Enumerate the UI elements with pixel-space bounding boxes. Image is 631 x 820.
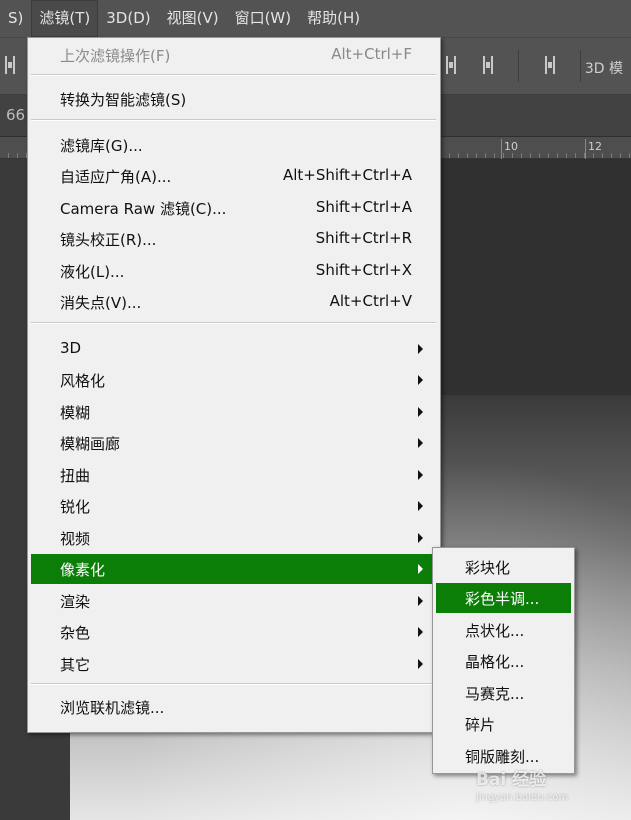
submenu-arrow-icon <box>418 596 423 606</box>
menu-item-3d[interactable]: 3D <box>31 334 437 364</box>
menu-separator <box>31 74 436 76</box>
filter-menu: 上次滤镜操作(F) Alt+Ctrl+F 转换为智能滤镜(S) 滤镜库(G)..… <box>27 37 441 733</box>
watermark-url: jingyan.baidu.com <box>476 792 569 803</box>
menu-item-liquify[interactable]: 液化(L)... Shift+Ctrl+X <box>31 256 437 286</box>
menu-item-lens-correction[interactable]: 镜头校正(R)... Shift+Ctrl+R <box>31 224 437 254</box>
submenu-item-label: 铜版雕刻... <box>465 748 540 766</box>
menu-item-shortcut: Shift+Ctrl+A <box>315 198 412 216</box>
menu-item-vanishing-point[interactable]: 消失点(V)... Alt+Ctrl+V <box>31 287 437 317</box>
menu-item-shortcut: Shift+Ctrl+R <box>315 229 412 247</box>
menu-separator <box>31 322 436 324</box>
menu-item-blur-gallery[interactable]: 模糊画廊 <box>31 428 437 458</box>
menu-item-distort[interactable]: 扭曲 <box>31 460 437 490</box>
submenu-arrow-icon <box>418 375 423 385</box>
menu-item-label: 镜头校正(R)... <box>60 231 157 249</box>
ruler-major-tick <box>501 139 502 159</box>
align-tool-icon[interactable] <box>446 56 456 74</box>
menu-item-filter-gallery[interactable]: 滤镜库(G)... <box>31 130 437 160</box>
menu-bar: S) 滤镜(T) 3D(D) 视图(V) 窗口(W) 帮助(H) <box>0 0 631 37</box>
menu-item-last-filter: 上次滤镜操作(F) Alt+Ctrl+F <box>31 40 437 70</box>
menu-item-label: 渲染 <box>60 593 91 611</box>
submenu-arrow-icon <box>418 627 423 637</box>
menubar-item-3d[interactable]: 3D(D) <box>98 0 158 37</box>
menu-item-label: 像素化 <box>60 561 106 579</box>
menubar-item-view[interactable]: 视图(V) <box>159 0 227 37</box>
toolbar-divider <box>518 50 519 82</box>
submenu-item-label: 彩块化 <box>465 559 511 577</box>
toolbar-divider <box>580 50 581 82</box>
menu-item-shortcut: Shift+Ctrl+X <box>315 261 412 279</box>
ruler-major-tick <box>585 139 586 159</box>
submenu-item-label: 点状化... <box>465 622 525 640</box>
menubar-item-help[interactable]: 帮助(H) <box>299 0 368 37</box>
submenu-item-label: 马赛克... <box>465 685 525 703</box>
menubar-item-window[interactable]: 窗口(W) <box>227 0 300 37</box>
ruler-label: 10 <box>504 140 518 153</box>
menu-separator <box>31 683 436 685</box>
menu-item-blur[interactable]: 模糊 <box>31 397 437 427</box>
menu-item-label: Camera Raw 滤镜(C)... <box>60 200 227 218</box>
menu-item-label: 锐化 <box>60 498 91 516</box>
menu-item-label: 上次滤镜操作(F) <box>60 47 171 65</box>
menu-item-convert-smart-filter[interactable]: 转换为智能滤镜(S) <box>31 84 437 114</box>
menu-item-other[interactable]: 其它 <box>31 649 437 679</box>
menu-item-browse-online-filters[interactable]: 浏览联机滤镜... <box>31 692 437 722</box>
menu-item-label: 模糊 <box>60 404 91 422</box>
menu-item-label: 扭曲 <box>60 467 91 485</box>
submenu-arrow-icon <box>418 564 423 574</box>
submenu-arrow-icon <box>418 438 423 448</box>
menu-item-label: 3D <box>60 339 82 357</box>
menu-item-label: 风格化 <box>60 372 106 390</box>
menu-item-shortcut: Alt+Shift+Ctrl+A <box>282 166 412 184</box>
menubar-item-filter[interactable]: 滤镜(T) <box>31 0 99 37</box>
menu-item-noise[interactable]: 杂色 <box>31 617 437 647</box>
menu-item-label: 其它 <box>60 656 91 674</box>
menu-item-pixelate[interactable]: 像素化 <box>31 554 437 584</box>
menu-item-label: 液化(L)... <box>60 263 125 281</box>
submenu-arrow-icon <box>418 407 423 417</box>
submenu-item-fragment[interactable]: 碎片 <box>436 709 571 739</box>
submenu-item-color-halftone[interactable]: 彩色半调... <box>436 583 571 613</box>
menu-item-label: 浏览联机滤镜... <box>60 699 165 717</box>
menu-item-sharpen[interactable]: 锐化 <box>31 491 437 521</box>
submenu-arrow-icon <box>418 501 423 511</box>
submenu-item-pointillize[interactable]: 点状化... <box>436 615 571 645</box>
menu-item-adaptive-wide-angle[interactable]: 自适应广角(A)... Alt+Shift+Ctrl+A <box>31 161 437 191</box>
baidu-watermark: Bai 经验 jingyan.baidu.com <box>476 765 568 803</box>
menu-item-label: 滤镜库(G)... <box>60 137 143 155</box>
menu-item-label: 模糊画廊 <box>60 435 121 453</box>
menu-item-label: 自适应广角(A)... <box>60 168 172 186</box>
submenu-arrow-icon <box>418 659 423 669</box>
submenu-item-mosaic[interactable]: 马赛克... <box>436 678 571 708</box>
submenu-item-label: 彩色半调... <box>465 590 540 608</box>
distribute-tool-icon[interactable] <box>545 56 555 74</box>
align-tool-icon[interactable] <box>483 56 493 74</box>
menu-item-shortcut: Alt+Ctrl+F <box>331 45 412 63</box>
align-tool-icon[interactable] <box>5 56 15 74</box>
menu-item-video[interactable]: 视频 <box>31 523 437 553</box>
submenu-arrow-icon <box>418 470 423 480</box>
ruler-label: 12 <box>588 140 602 153</box>
zoom-fragment: 66 <box>6 106 26 124</box>
menu-item-label: 转换为智能滤镜(S) <box>60 91 187 109</box>
menu-item-stylize[interactable]: 风格化 <box>31 365 437 395</box>
3d-mode-label[interactable]: 3D 模 <box>585 58 623 78</box>
watermark-text: Bai 经验 <box>476 770 547 790</box>
menu-item-label: 杂色 <box>60 624 91 642</box>
pixelate-submenu: 彩块化 彩色半调... 点状化... 晶格化... 马赛克... 碎片 铜版雕刻… <box>432 547 575 774</box>
menu-item-render[interactable]: 渲染 <box>31 586 437 616</box>
submenu-arrow-icon <box>418 344 423 354</box>
submenu-item-label: 碎片 <box>465 716 496 734</box>
menu-separator <box>31 119 436 121</box>
menu-item-label: 消失点(V)... <box>60 294 142 312</box>
submenu-item-crystallize[interactable]: 晶格化... <box>436 646 571 676</box>
submenu-item-label: 晶格化... <box>465 653 525 671</box>
submenu-item-facet[interactable]: 彩块化 <box>436 552 571 582</box>
menubar-item-prev[interactable]: S) <box>0 0 31 37</box>
menu-item-shortcut: Alt+Ctrl+V <box>329 292 412 310</box>
menu-item-camera-raw[interactable]: Camera Raw 滤镜(C)... Shift+Ctrl+A <box>31 193 437 223</box>
menu-item-label: 视频 <box>60 530 91 548</box>
submenu-arrow-icon <box>418 533 423 543</box>
